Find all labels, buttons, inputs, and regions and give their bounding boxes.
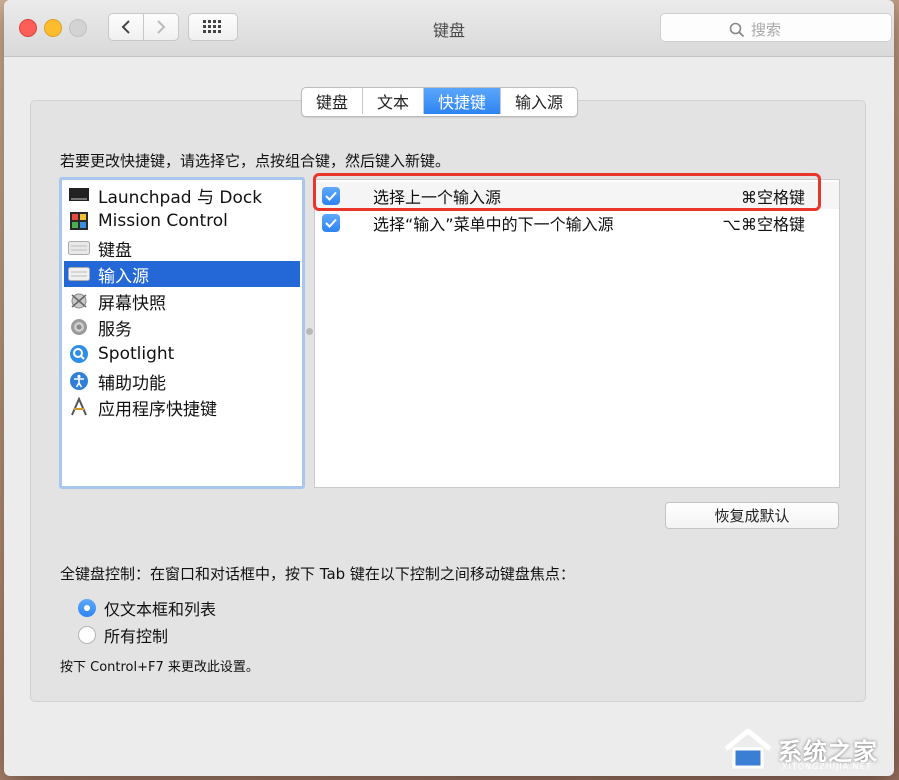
category-item-input-sources[interactable]: 输入源 [64, 261, 300, 287]
shortcut-row-next-input[interactable]: 选择“输入”菜单中的下一个输入源 ⌥⌘空格键 [315, 209, 839, 236]
keyboard-control-label: 全键盘控制：在窗口和对话框中，按下 Tab 键在以下控制之间移动键盘焦点： [60, 565, 575, 583]
tab-bar: 键盘 文本 快捷键 输入源 [301, 87, 579, 117]
title-bar: 键盘 搜索 [4, 0, 894, 57]
shortcut-keys[interactable]: ⌥⌘空格键 [723, 211, 805, 235]
house-logo-icon [724, 728, 772, 769]
category-label: Launchpad 与 Dock [98, 187, 263, 208]
category-list[interactable]: Launchpad 与 Dock Mission Control 键盘 输入源 … [59, 177, 305, 489]
category-label: 键盘 [98, 240, 132, 261]
shortcut-checkbox[interactable] [322, 213, 340, 232]
radio-label: 所有控制 [104, 627, 169, 646]
tab-keyboard[interactable]: 键盘 [302, 88, 364, 114]
category-item-mission-control[interactable]: Mission Control [64, 208, 300, 234]
category-label: 服务 [98, 319, 132, 340]
radio-all-controls[interactable]: 所有控制 [78, 623, 168, 647]
accessibility-icon [68, 372, 90, 390]
screenshot-icon [68, 292, 90, 310]
category-item-launchpad-dock[interactable]: Launchpad 与 Dock [64, 182, 300, 208]
preferences-window: 键盘 搜索 键盘 文本 快捷键 输入源 若要更改快捷键，请选择它，点按组合键，然… [4, 0, 894, 776]
category-item-screenshots[interactable]: 屏幕快照 [64, 288, 300, 314]
category-label: Spotlight [98, 344, 175, 364]
category-item-accessibility[interactable]: 辅助功能 [64, 368, 300, 394]
checkmark-icon [325, 218, 337, 228]
input-source-icon [68, 265, 90, 283]
keyboard-control-hint: 按下 Control+F7 来更改此设置。 [60, 660, 259, 675]
radio-button[interactable] [78, 626, 96, 644]
category-item-spotlight[interactable]: Spotlight [64, 341, 300, 367]
split-view-handle[interactable] [306, 328, 313, 335]
search-placeholder: 搜索 [751, 21, 782, 39]
shortcut-label: 选择“输入”菜单中的下一个输入源 [373, 214, 614, 234]
spotlight-icon [68, 345, 90, 363]
instruction-text: 若要更改快捷键，请选择它，点按组合键，然后键入新键。 [60, 152, 451, 170]
category-label: 辅助功能 [98, 373, 166, 394]
app-shortcuts-icon [68, 397, 90, 416]
launchpad-dock-icon [68, 186, 90, 204]
search-icon [729, 22, 745, 37]
search-field[interactable]: 搜索 [660, 13, 892, 42]
restore-defaults-button[interactable]: 恢复成默认 [665, 502, 839, 529]
category-label: 输入源 [98, 266, 149, 287]
category-label: Mission Control [98, 211, 228, 231]
gear-icon [68, 318, 90, 336]
annotation-highlight-box [313, 173, 821, 211]
watermark-url: XITONGZHIJIA.NET [782, 762, 872, 771]
tab-input-sources[interactable]: 输入源 [501, 88, 577, 114]
tab-shortcuts[interactable]: 快捷键 [424, 88, 502, 114]
category-item-services[interactable]: 服务 [64, 314, 300, 340]
category-label: 应用程序快捷键 [98, 399, 217, 420]
keyboard-icon [68, 239, 90, 257]
radio-label: 仅文本框和列表 [104, 600, 217, 619]
watermark-logo: 系统之家 XITONGZHIJIA.NET [722, 722, 894, 776]
tab-text[interactable]: 文本 [363, 88, 425, 114]
category-item-app-shortcuts[interactable]: 应用程序快捷键 [64, 394, 300, 420]
radio-text-boxes-lists[interactable]: 仅文本框和列表 [78, 596, 216, 620]
radio-button[interactable] [78, 599, 96, 617]
category-item-keyboard[interactable]: 键盘 [64, 235, 300, 261]
shortcut-list[interactable]: 选择上一个输入源 ⌘空格键 选择“输入”菜单中的下一个输入源 ⌥⌘空格键 [314, 179, 840, 488]
category-label: 屏幕快照 [98, 293, 166, 314]
mission-control-icon [68, 212, 90, 230]
